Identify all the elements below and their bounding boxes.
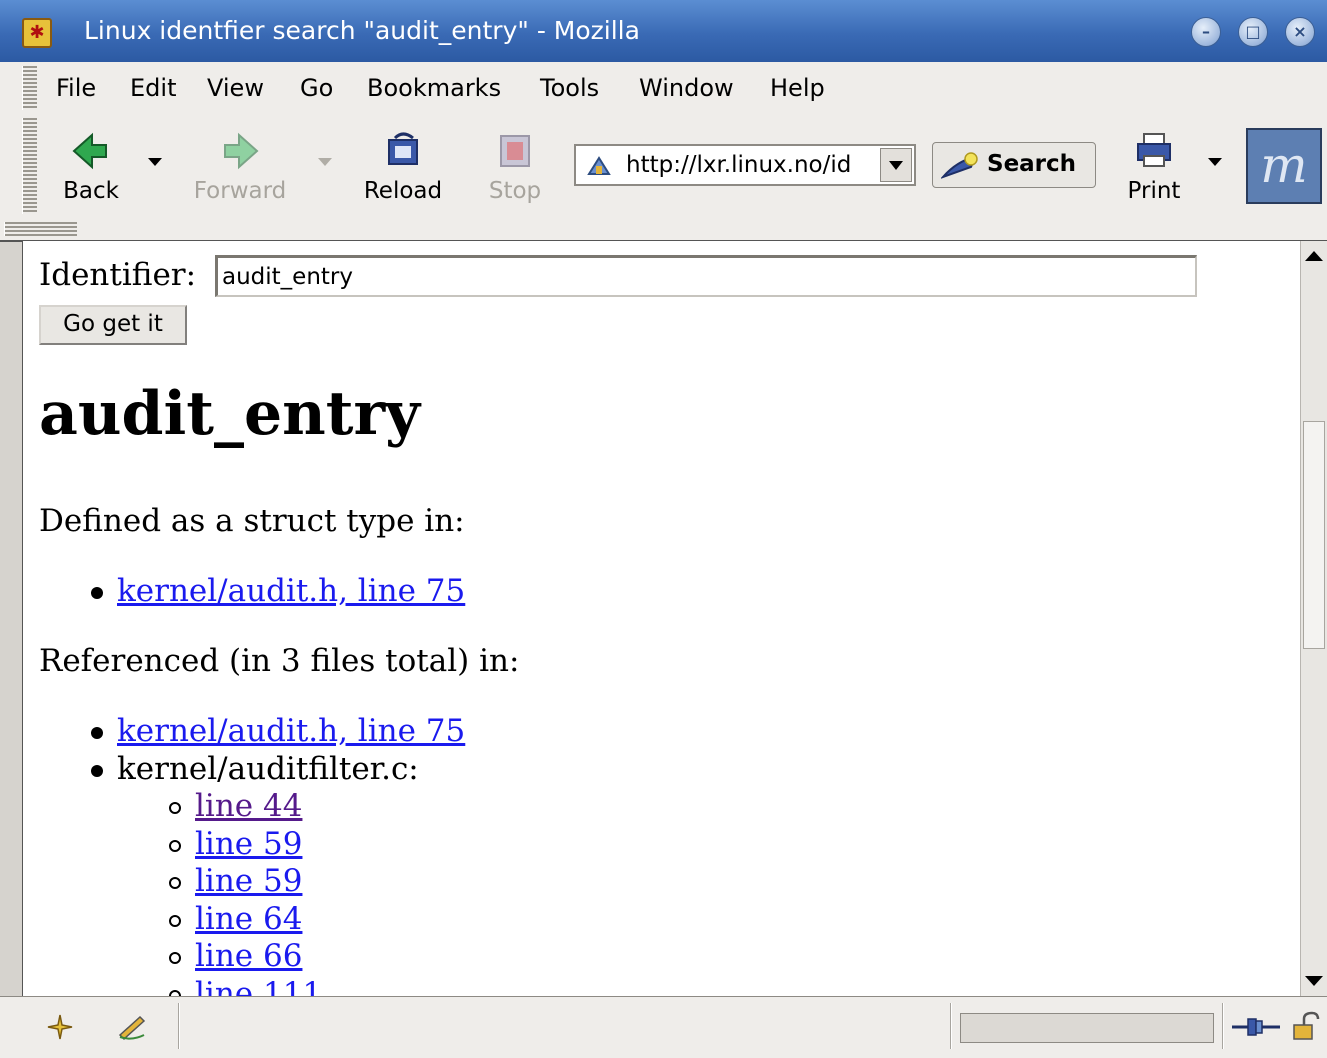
defined-text: Defined as a struct type in: [39,503,465,539]
close-icon[interactable]: × [1285,17,1315,47]
maximize-icon[interactable]: □ [1238,17,1268,47]
list-item: line 59 [169,863,302,899]
status-separator [178,1003,180,1049]
list-item: line 44 [169,788,302,824]
menu-go[interactable]: Go [300,74,333,102]
identifier-input[interactable] [215,255,1197,297]
circle-bullet-icon [169,951,181,964]
page-content: Identifier: Go get it audit_entry Define… [22,241,1301,996]
list-item: line 111 [169,976,322,996]
list-item: line 64 [169,901,302,937]
list-item: kernel/auditfilter.c: [91,751,419,787]
bullet-icon [91,764,103,777]
title-bar: ✱ Linux identfier search "audit_entry" -… [0,0,1327,62]
online-status-icon[interactable] [1230,1011,1282,1043]
list-item: kernel/audit.h, line 75 [91,573,465,609]
print-dropdown-icon[interactable] [1208,158,1222,166]
composer-icon[interactable] [116,1011,148,1043]
reload-icon [388,132,418,165]
print-label: Print [1127,178,1181,204]
progress-bar [960,1013,1214,1043]
ref-line-link[interactable]: line 66 [195,938,302,974]
circle-bullet-icon [169,839,181,852]
ref-line-link[interactable]: line 64 [195,901,302,937]
menu-bookmarks[interactable]: Bookmarks [367,74,501,102]
scroll-up-icon[interactable] [1305,251,1323,261]
reload-button[interactable]: Reload [356,130,450,204]
menu-bar: File Edit View Go Bookmarks Tools Window… [0,62,1327,115]
ref-link-audit-h[interactable]: kernel/audit.h, line 75 [117,713,465,749]
stop-button[interactable]: Stop [484,130,546,204]
menu-file[interactable]: File [56,74,96,102]
security-lock-icon[interactable] [1290,1011,1322,1043]
back-label: Back [63,178,119,204]
tabstrip-grip[interactable] [4,222,77,236]
back-button[interactable]: Back [58,130,124,204]
menubar-grip[interactable] [22,66,37,110]
status-bar [0,996,1327,1058]
vertical-scrollbar[interactable] [1300,241,1327,996]
list-item: kernel/audit.h, line 75 [91,713,465,749]
ref-file-auditfilter: kernel/auditfilter.c: [117,751,419,787]
back-arrow-icon [72,132,107,170]
ref-line-link[interactable]: line 44 [195,788,302,824]
back-dropdown-icon[interactable] [148,158,162,166]
ref-line-link[interactable]: line 59 [195,826,302,862]
mozilla-throbber-icon[interactable]: m [1246,128,1322,204]
ref-line-link[interactable]: line 59 [195,863,302,899]
status-separator [1222,1003,1224,1049]
menu-window[interactable]: Window [639,74,734,102]
site-icon [587,156,611,175]
referenced-text: Referenced (in 3 files total) in: [39,643,520,679]
circle-bullet-icon [169,914,181,927]
defined-link[interactable]: kernel/audit.h, line 75 [117,573,465,609]
forward-arrow-icon [224,132,259,170]
toolbar-grip[interactable] [22,118,37,214]
navigator-icon[interactable] [44,1011,76,1043]
forward-label: Forward [193,178,287,204]
url-dropdown-icon[interactable] [880,148,912,182]
list-item: line 59 [169,826,302,862]
window-title: Linux identfier search "audit_entry" - M… [84,16,640,45]
status-separator [950,1003,952,1049]
search-icon [941,152,978,179]
minimize-icon[interactable]: – [1191,17,1221,47]
go-get-it-button[interactable]: Go get it [39,305,187,345]
circle-bullet-icon [169,801,181,814]
print-button[interactable]: Print [1118,130,1190,204]
url-text: http://lxr.linux.no/id [626,152,852,178]
list-item: line 66 [169,938,302,974]
circle-bullet-icon [169,876,181,889]
scroll-thumb[interactable] [1303,421,1325,649]
menu-edit[interactable]: Edit [130,74,176,102]
menu-help[interactable]: Help [770,74,825,102]
stop-icon [500,135,530,167]
identifier-label: Identifier: [39,257,197,293]
mozilla-app-icon[interactable]: ✱ [22,18,52,48]
menu-view[interactable]: View [207,74,264,102]
ref-line-link[interactable]: line 111 [195,976,322,996]
stop-label: Stop [488,178,542,204]
scroll-down-icon[interactable] [1305,976,1323,986]
forward-dropdown-icon[interactable] [318,158,332,166]
menu-tools[interactable]: Tools [540,74,599,102]
url-bar[interactable]: http://lxr.linux.no/id [574,144,916,186]
forward-button[interactable]: Forward [186,130,294,204]
search-label: Search [987,151,1077,177]
search-button[interactable]: Search [932,142,1096,188]
navigation-toolbar: Back Forward Reload Stop http://lxr.linu… [0,114,1327,219]
tab-strip [0,218,1327,242]
bullet-icon [91,726,103,739]
printer-icon [1137,133,1171,167]
bullet-icon [91,586,103,599]
page-heading: audit_entry [39,379,420,449]
reload-label: Reload [363,178,443,204]
